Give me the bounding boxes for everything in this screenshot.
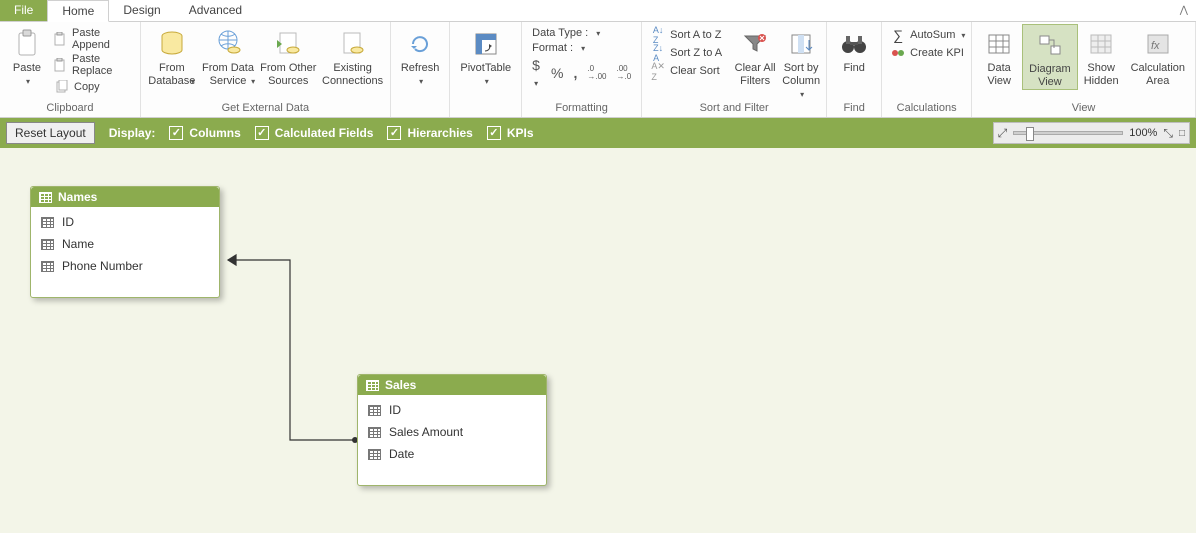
- table-icon: [39, 192, 52, 203]
- zoom-value: 100%: [1129, 127, 1157, 139]
- tab-file[interactable]: File: [0, 0, 47, 21]
- diagram-view-icon: [1038, 29, 1062, 61]
- tab-design[interactable]: Design: [109, 0, 174, 21]
- group-label-find: Find: [831, 102, 877, 117]
- column-icon: [368, 449, 381, 460]
- binoculars-icon: [840, 28, 868, 60]
- fit-to-screen-icon[interactable]: ⤢: [998, 126, 1008, 141]
- increase-decimal-button[interactable]: .0→.00: [587, 65, 606, 81]
- decrease-decimal-button[interactable]: .00→.0: [616, 65, 631, 81]
- sort-by-column-button[interactable]: Sort by Column▾: [778, 24, 824, 99]
- reset-layout-button[interactable]: Reset Layout: [6, 122, 95, 144]
- autosum-button[interactable]: ∑AutoSum▾: [886, 26, 969, 44]
- find-button[interactable]: Find: [831, 24, 877, 75]
- toggle-hierarchies[interactable]: ✓Hierarchies: [387, 126, 472, 140]
- column-icon: [41, 261, 54, 272]
- pivottable-icon: [473, 28, 499, 60]
- column-icon: [41, 239, 54, 250]
- diagram-canvas[interactable]: Names ID Name Phone Number Sales ID Sale…: [0, 148, 1196, 533]
- sort-za-icon: Z↓A: [650, 45, 666, 61]
- paste-append-button[interactable]: Paste Append: [50, 26, 136, 52]
- from-data-service-button[interactable]: From Data Service▾: [199, 24, 257, 88]
- collapse-ribbon-icon[interactable]: ⋀: [1172, 0, 1196, 21]
- group-label-calc: Calculations: [886, 102, 967, 117]
- from-other-sources-button[interactable]: From Other Sources: [257, 24, 319, 88]
- currency-format-button[interactable]: $ ▾: [532, 57, 541, 89]
- existing-connections-button[interactable]: Existing Connections: [319, 24, 386, 88]
- column-item[interactable]: Date: [358, 443, 546, 465]
- other-sources-icon: [275, 28, 301, 60]
- calculation-area-button[interactable]: fx Calculation Area: [1125, 24, 1191, 88]
- table-names[interactable]: Names ID Name Phone Number: [30, 186, 220, 298]
- column-item[interactable]: Sales Amount: [358, 421, 546, 443]
- table-title: Sales: [385, 378, 416, 392]
- paste-append-icon: [54, 31, 68, 47]
- data-type-dropdown[interactable]: Data Type :▾: [532, 27, 631, 39]
- column-icon: [368, 427, 381, 438]
- pivottable-button[interactable]: PivotTable▾: [454, 24, 517, 86]
- sort-za-button[interactable]: Z↓ASort Z to A: [646, 44, 732, 62]
- column-icon: [368, 405, 381, 416]
- sort-az-button[interactable]: A↓ZSort A to Z: [646, 26, 732, 44]
- kpi-icon: [890, 45, 906, 61]
- table-title: Names: [58, 190, 97, 204]
- toggle-kpis[interactable]: ✓KPIs: [487, 126, 534, 140]
- paste-button[interactable]: Paste ▾: [4, 24, 50, 86]
- clear-all-filters-button[interactable]: Clear All Filters: [732, 24, 778, 88]
- show-hidden-icon: [1089, 28, 1113, 60]
- group-label-view: View: [976, 102, 1191, 117]
- percent-format-button[interactable]: %: [551, 65, 563, 81]
- clear-sort-button[interactable]: A✕ZClear Sort: [646, 62, 732, 80]
- column-item[interactable]: Phone Number: [31, 255, 219, 277]
- format-dropdown[interactable]: Format :▾: [532, 42, 631, 54]
- column-item[interactable]: ID: [31, 211, 219, 233]
- sort-column-icon: [789, 28, 813, 60]
- column-icon: [41, 217, 54, 228]
- existing-connections-icon: [340, 28, 366, 60]
- database-icon: [159, 28, 185, 60]
- zoom-slider[interactable]: [1013, 131, 1123, 135]
- table-sales[interactable]: Sales ID Sales Amount Date: [357, 374, 547, 486]
- zoom-actual-icon[interactable]: ⤡: [1163, 126, 1173, 141]
- data-service-icon: [214, 28, 242, 60]
- sort-az-icon: A↓Z: [650, 27, 666, 43]
- sigma-icon: ∑: [890, 27, 906, 43]
- diagram-view-button[interactable]: Diagram View: [1022, 24, 1078, 90]
- clear-sort-icon: A✕Z: [650, 63, 666, 79]
- from-database-button[interactable]: From Database▾: [145, 24, 199, 88]
- ribbon: Paste ▾ Paste Append Paste Replace Copy …: [0, 22, 1196, 118]
- refresh-icon: [407, 28, 433, 60]
- zoom-extra-icon[interactable]: □: [1179, 128, 1185, 139]
- copy-button[interactable]: Copy: [50, 78, 136, 96]
- clipboard-icon: [15, 28, 39, 60]
- funnel-clear-icon: [742, 28, 768, 60]
- table-icon: [366, 380, 379, 391]
- svg-text:fx: fx: [1151, 40, 1160, 52]
- data-view-button[interactable]: Data View: [976, 24, 1022, 88]
- paste-replace-icon: [54, 57, 68, 73]
- tab-advanced[interactable]: Advanced: [175, 0, 256, 21]
- zoom-control[interactable]: ⤢ 100% ⤡ □: [993, 122, 1190, 144]
- create-kpi-button[interactable]: Create KPI: [886, 44, 969, 62]
- tab-home[interactable]: Home: [47, 0, 109, 22]
- fx-icon: fx: [1146, 28, 1170, 60]
- show-hidden-button[interactable]: Show Hidden: [1078, 24, 1125, 88]
- refresh-button[interactable]: Refresh▾: [395, 24, 446, 86]
- column-item[interactable]: Name: [31, 233, 219, 255]
- group-label-formatting: Formatting: [526, 102, 637, 117]
- paste-replace-button[interactable]: Paste Replace: [50, 52, 136, 78]
- display-label: Display:: [109, 126, 156, 140]
- toggle-calculated-fields[interactable]: ✓Calculated Fields: [255, 126, 374, 140]
- group-label-getdata: Get External Data: [145, 102, 386, 117]
- toggle-columns[interactable]: ✓Columns: [169, 126, 240, 140]
- comma-format-button[interactable]: ,: [573, 65, 577, 81]
- diagram-options-bar: Reset Layout Display: ✓Columns ✓Calculat…: [0, 118, 1196, 148]
- data-view-icon: [987, 28, 1011, 60]
- group-label-clipboard: Clipboard: [4, 102, 136, 117]
- column-item[interactable]: ID: [358, 399, 546, 421]
- copy-icon: [54, 79, 70, 95]
- group-label-sort: Sort and Filter: [646, 102, 822, 117]
